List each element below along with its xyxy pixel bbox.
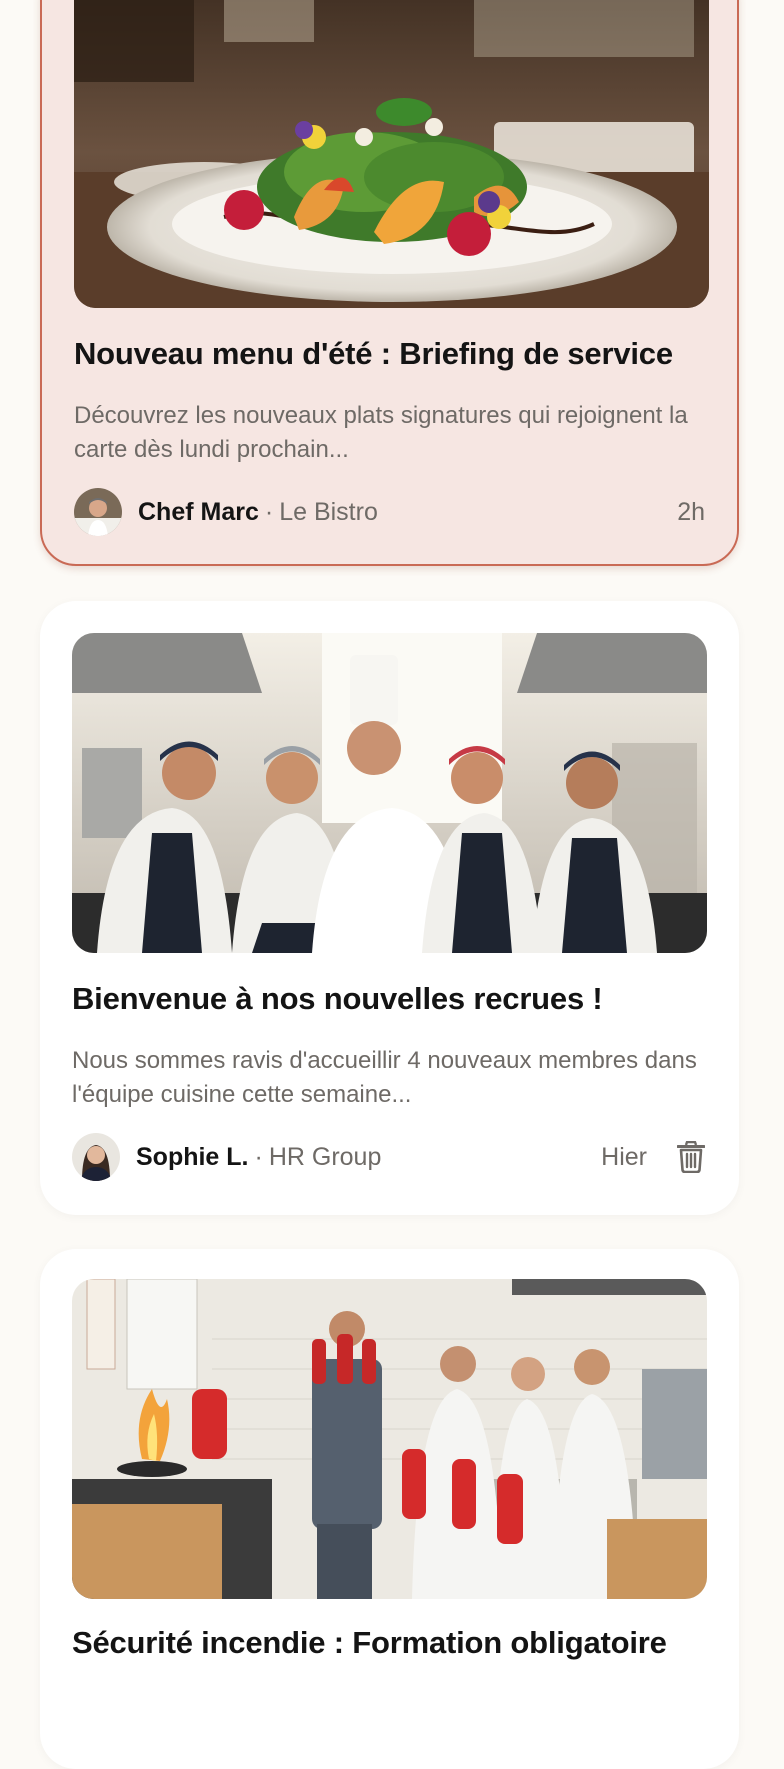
post-image-salad <box>74 0 709 308</box>
author-avatar[interactable] <box>72 1133 120 1181</box>
meta-separator: · <box>264 497 274 526</box>
trash-icon[interactable] <box>675 1139 707 1175</box>
post-excerpt: Découvrez les nouveaux plats signatures … <box>74 402 688 463</box>
post-meta: Chef Marc · Le Bistro 2h <box>74 488 705 536</box>
post-card[interactable]: Sécurité incendie : Formation obligatoir… <box>40 1249 739 1769</box>
meta-separator: · <box>254 1142 263 1171</box>
post-meta: Sophie L. · HR Group Hier <box>72 1133 707 1181</box>
author-organization: Le Bistro <box>279 497 378 526</box>
post-title[interactable]: Bienvenue à nos nouvelles recrues ! <box>72 981 732 1017</box>
post-card[interactable]: Nouveau menu d'été : Briefing de service… <box>40 0 739 566</box>
post-timestamp: 2h <box>677 497 705 526</box>
author-name[interactable]: Chef Marc <box>138 498 259 527</box>
post-title[interactable]: Sécurité incendie : Formation obligatoir… <box>72 1625 732 1661</box>
post-card[interactable]: Bienvenue à nos nouvelles recrues ! Nous… <box>40 601 739 1215</box>
post-timestamp: Hier <box>601 1142 647 1171</box>
author-organization: HR Group <box>268 1142 382 1171</box>
author-avatar[interactable] <box>74 488 122 536</box>
author-name[interactable]: Sophie L. <box>136 1143 249 1172</box>
post-title[interactable]: Nouveau menu d'été : Briefing de service <box>74 336 734 372</box>
post-excerpt: Nous sommes ravis d'accueillir 4 nouveau… <box>72 1047 697 1108</box>
post-image-kitchen-team <box>72 633 707 953</box>
post-image-fire-safety <box>72 1279 707 1599</box>
